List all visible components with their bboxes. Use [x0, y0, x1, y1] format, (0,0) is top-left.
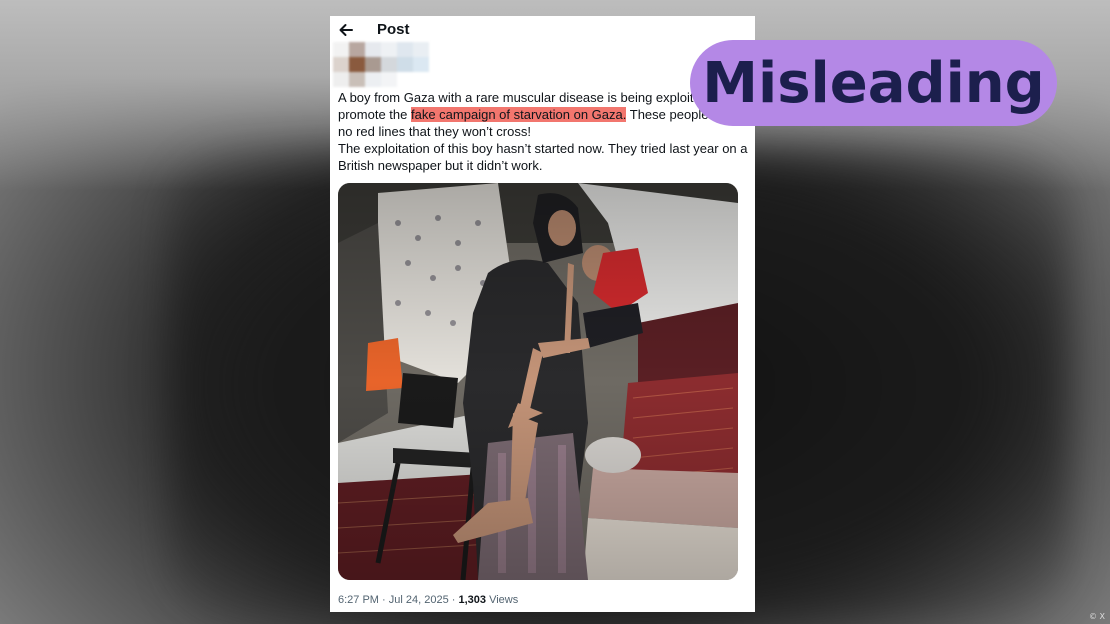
- views-label: Views: [489, 594, 519, 606]
- post-title: Post: [377, 21, 410, 38]
- avatar[interactable]: [333, 42, 429, 87]
- badge-label: Misleading: [702, 50, 1045, 116]
- post-text-paragraph-1: A boy from Gaza with a rare muscular dis…: [338, 89, 750, 140]
- post-text-paragraph-2: The exploitation of this boy hasn’t star…: [338, 141, 748, 173]
- post-time[interactable]: 6:27 PM: [338, 594, 379, 606]
- post-photo[interactable]: [338, 183, 738, 580]
- post-date[interactable]: Jul 24, 2025: [389, 594, 449, 606]
- meta-separator: ·: [382, 594, 386, 606]
- arrow-left-icon[interactable]: [337, 21, 355, 39]
- views-count: 1,303: [458, 594, 487, 606]
- image-credit: © X: [1088, 612, 1105, 621]
- post-meta: 6:27 PM · Jul 24, 2025 · 1,303 Views: [338, 594, 518, 606]
- post-text: A boy from Gaza with a rare muscular dis…: [338, 89, 750, 174]
- misleading-badge: Misleading: [690, 40, 1057, 126]
- post-card: Post A boy from Gaza with a rare muscula…: [330, 16, 755, 612]
- highlighted-phrase: fake campaign of starvation on Gaza.: [411, 107, 627, 122]
- meta-separator: ·: [451, 594, 456, 606]
